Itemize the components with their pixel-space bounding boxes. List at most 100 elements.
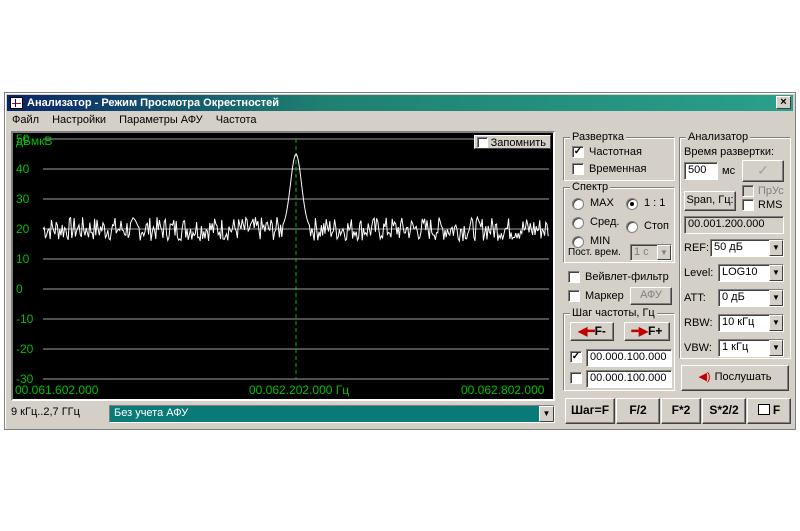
f-double-button[interactable]: F*2 [661,398,701,424]
f-spectrum-label: F [772,403,781,417]
sweep-time-label: Время развертки: [684,146,775,158]
spectrum-group: Спектр MAX 1 : 1 Сред. Стоп MIN Пост. вр… [563,181,675,263]
span-button[interactable]: Span, Гц: [684,191,736,211]
chevron-down-icon: ▼ [769,240,783,256]
y-unit-label: дБмкВ [16,134,53,148]
spectrum-plot[interactable]: 50 40 30 20 10 0 -10 -20 -30 дБмкВ Запомнить 00.… [11,131,555,401]
menu-bar: Файл Настройки Параметры АФУ Частота [7,112,793,128]
arrow-left-icon: ◀━ [578,324,595,338]
x-tick-right: 00.062.802.000 [461,383,545,397]
remember-label: Запомнить [490,137,546,149]
ref-value: 50 дБ [714,241,743,253]
time-const-label: Пост. врем. [568,247,621,258]
spectrum-stop-label: Стоп [644,220,669,232]
prus-label: ПрУс [758,185,784,197]
s-scale-button[interactable]: S*2/2 [702,398,746,424]
vbw-label: VBW: [684,342,712,354]
afu-select-value: Без учета АФУ [114,407,189,419]
freq-plus-label: F+ [648,324,663,338]
sweep-time-unit: мс [722,165,736,177]
marker-checkbox[interactable] [568,290,580,302]
afu-select[interactable]: Без учета АФУ ▼ [109,405,555,423]
close-button[interactable]: × [776,96,791,109]
spectrum-ratio-radio[interactable] [626,198,638,210]
arrow-right-icon: ━▶ [631,324,649,338]
freq-minus-button[interactable]: ◀━F- [570,322,614,341]
freq-minus-label: F- [594,324,606,338]
freq-plus-button[interactable]: ━▶F+ [624,322,670,341]
window-title: Анализатор - Режим Просмотра Окрестносте… [27,97,280,109]
y-tick-label: 10 [16,252,30,266]
ref-label: REF: [684,242,710,254]
level-value: LOG10 [722,266,758,278]
apply-check-button[interactable]: ✓ [742,160,784,182]
chevron-down-icon: ▼ [769,340,783,356]
chevron-down-icon: ▼ [769,290,783,306]
rbw-select[interactable]: 10 кГц ▼ [718,314,784,332]
att-select[interactable]: 0 дБ ▼ [718,289,784,307]
x-tick-center: 00.062.202.000 Гц [249,383,350,397]
vbw-select[interactable]: 1 кГц ▼ [718,339,784,357]
spectrum-stop-radio[interactable] [626,221,638,233]
step2-checkbox[interactable] [570,372,582,384]
spectrum-max-radio[interactable] [572,198,584,210]
f-spectrum-button[interactable]: F [747,398,791,424]
chevron-down-icon: ▼ [539,406,554,422]
spectrum-avg-radio[interactable] [572,217,584,229]
y-tick-label: 40 [16,162,30,176]
spectrum-icon [757,404,770,415]
time-const-select[interactable]: 1 с ▼ [630,244,672,261]
y-tick-label: -10 [16,312,34,326]
att-label: ATT: [684,292,706,304]
sweep-time-checkbox[interactable] [572,163,584,175]
y-tick-label: 0 [16,282,23,296]
analyzer-window: Анализатор - Режим Просмотра Окрестносте… [4,92,796,430]
step2-field[interactable]: 00.000.100.000 [586,370,672,388]
f-half-button[interactable]: F/2 [616,398,660,424]
y-tick-label: -20 [16,342,34,356]
rms-checkbox[interactable] [742,199,754,211]
menu-file[interactable]: Файл [7,112,44,128]
step-group: Шаг частоты, Гц ◀━F- ━▶F+ ✓ 00.000.100.0… [563,307,675,391]
level-label: Level: [684,267,714,279]
ref-select[interactable]: 50 дБ ▼ [710,239,784,257]
remember-check-box[interactable] [476,137,488,148]
step-group-title: Шаг частоты, Гц [570,307,657,319]
spectrum-max-label: MAX [590,197,614,209]
spectrum-ratio-label: 1 : 1 [644,197,666,209]
step1-field[interactable]: 00.000.100.000 [586,349,672,367]
listen-label: Послушать [714,371,772,383]
marker-label: Маркер [585,290,624,302]
sweep-freq-checkbox[interactable]: ✓ [572,146,584,158]
menu-frequency[interactable]: Частота [211,112,262,128]
prus-checkbox[interactable] [742,185,754,197]
remember-checkbox[interactable]: Запомнить [473,135,551,149]
spectrum-min-label: MIN [590,235,611,247]
rbw-label: RBW: [684,317,713,329]
menu-afu-params[interactable]: Параметры АФУ [114,112,208,128]
spectrum-group-title: Спектр [570,181,611,193]
wavelet-checkbox[interactable] [568,271,580,283]
sweep-group-title: Развертка [570,131,626,143]
title-bar[interactable]: Анализатор - Режим Просмотра Окрестносте… [7,95,793,111]
sweep-time-field[interactable]: 500 [684,162,718,180]
sweep-freq-label: Частотная [589,146,642,158]
step1-checkbox[interactable]: ✓ [570,351,582,363]
range-status: 9 кГц..2,7 ГГц [11,406,80,418]
step-equals-f-button[interactable]: Шаг=F [565,398,615,424]
sweep-time-label: Временная [589,163,647,175]
rms-label: RMS [758,199,783,211]
level-select[interactable]: LOG10 ▼ [718,264,784,282]
app-icon [10,97,23,109]
afu-button[interactable]: АФУ [630,287,672,305]
analyzer-group-title: Анализатор [686,131,751,143]
chevron-down-icon: ▼ [657,245,671,260]
chevron-down-icon: ▼ [769,315,783,331]
wavelet-label: Вейвлет-фильтр [585,271,669,283]
menu-settings[interactable]: Настройки [47,112,111,128]
listen-button[interactable]: ◀) Послушать [681,365,789,391]
checkmark-icon: ✓ [757,162,769,178]
analyzer-group: Анализатор Время развертки: 500 мс ✓ ПрУ… [679,131,791,359]
span-field[interactable]: 00.001.200.000 [684,216,784,234]
time-const-value: 1 с [634,246,649,258]
